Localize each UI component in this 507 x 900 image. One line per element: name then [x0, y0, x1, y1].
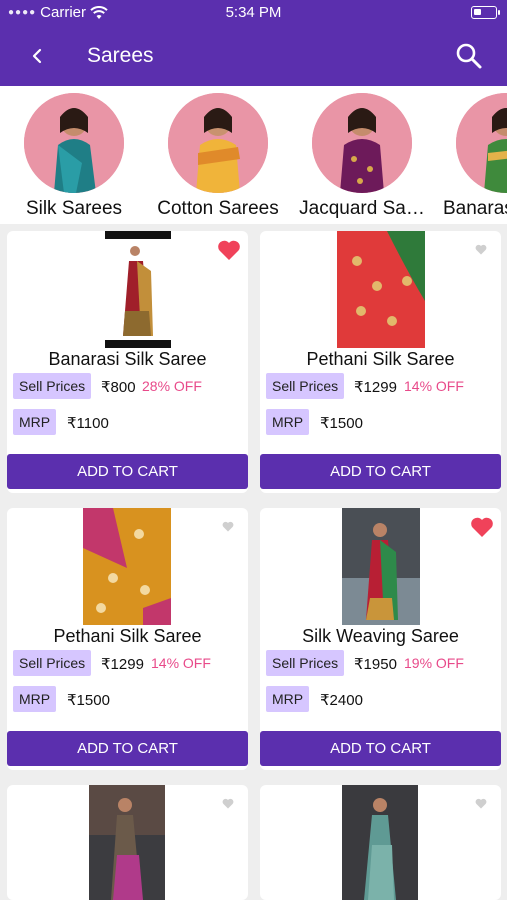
product-image: [337, 231, 425, 348]
product-card[interactable]: Pethani Silk Saree Sell Prices ₹1299 14%…: [260, 231, 501, 493]
favorite-heart-icon[interactable]: [217, 239, 241, 261]
mrp-price: ₹1500: [320, 415, 363, 432]
product-name: Pethani Silk Saree: [53, 626, 202, 646]
sell-price-label: Sell Prices: [13, 650, 92, 676]
search-icon[interactable]: [455, 42, 483, 70]
favorite-heart-icon[interactable]: [475, 244, 487, 255]
sell-price: ₹1299: [354, 379, 397, 396]
favorite-heart-icon[interactable]: [475, 798, 487, 809]
add-to-cart-button[interactable]: ADD TO CART: [7, 731, 248, 766]
favorite-heart-icon[interactable]: [222, 521, 234, 532]
sell-price: ₹800: [101, 379, 136, 396]
mrp-label: MRP: [266, 409, 310, 435]
product-card[interactable]: Banarasi Silk Saree Sell Prices ₹800 28%…: [7, 231, 248, 493]
add-to-cart-button[interactable]: ADD TO CART: [7, 454, 248, 489]
favorite-heart-icon[interactable]: [222, 798, 234, 809]
favorite-heart-icon[interactable]: [470, 516, 494, 538]
product-image: [342, 508, 420, 625]
page-title: Sarees: [87, 44, 154, 67]
category-label: Jacquard Sa…: [299, 198, 425, 219]
mrp-price: ₹1100: [67, 415, 109, 432]
add-to-cart-button[interactable]: ADD TO CART: [260, 454, 501, 489]
discount-text: 28% OFF: [142, 378, 202, 394]
category-label: Silk Sarees: [25, 198, 123, 219]
category-item-silk-sarees[interactable]: Silk Sarees: [0, 86, 150, 224]
product-card[interactable]: [260, 785, 501, 900]
add-to-cart-button[interactable]: ADD TO CART: [260, 731, 501, 766]
product-name: Pethani Silk Saree: [306, 349, 455, 369]
discount-text: 14% OFF: [151, 655, 211, 671]
sell-price: ₹1950: [354, 656, 397, 673]
chevron-left-icon[interactable]: [26, 44, 48, 68]
category-image: [24, 93, 124, 193]
mrp-price: ₹2400: [320, 692, 363, 709]
product-card[interactable]: [7, 785, 248, 900]
product-image: [83, 508, 171, 625]
product-name: Banarasi Silk Saree: [48, 349, 207, 369]
mrp-label: MRP: [266, 686, 310, 712]
category-image: [312, 93, 412, 193]
sell-price-label: Sell Prices: [266, 373, 345, 399]
mrp-label: MRP: [13, 409, 57, 435]
navigation-bar: Sarees: [0, 26, 507, 86]
category-image: [168, 93, 268, 193]
product-name: Silk Weaving Saree: [302, 626, 459, 646]
product-card[interactable]: Silk Weaving Saree Sell Prices ₹1950 19%…: [260, 508, 501, 770]
product-image: [342, 785, 418, 900]
sell-price-label: Sell Prices: [266, 650, 345, 676]
sell-price-label: Sell Prices: [13, 373, 92, 399]
category-image: [456, 93, 507, 193]
category-label: Cotton Sarees: [157, 198, 279, 219]
product-image: [89, 785, 165, 900]
battery-icon: [471, 6, 500, 19]
clock: 5:34 PM: [225, 4, 282, 21]
category-strip: Silk Sarees Cotton Sarees Jacquard Sa… B…: [0, 86, 507, 224]
category-item-cotton-sarees[interactable]: Cotton Sarees: [144, 86, 294, 224]
discount-text: 14% OFF: [404, 378, 464, 394]
status-bar: ●●●● Carrier 5:34 PM: [0, 0, 507, 26]
category-item-banarasi[interactable]: Banaras: [443, 86, 507, 224]
category-label: Banaras: [443, 198, 507, 219]
sell-price: ₹1299: [101, 656, 144, 673]
product-card[interactable]: Pethani Silk Saree Sell Prices ₹1299 14%…: [7, 508, 248, 770]
mrp-price: ₹1500: [67, 692, 110, 709]
discount-text: 19% OFF: [404, 655, 464, 671]
category-item-jacquard-sarees[interactable]: Jacquard Sa…: [288, 86, 438, 224]
mrp-label: MRP: [13, 686, 57, 712]
product-image: [94, 231, 182, 348]
